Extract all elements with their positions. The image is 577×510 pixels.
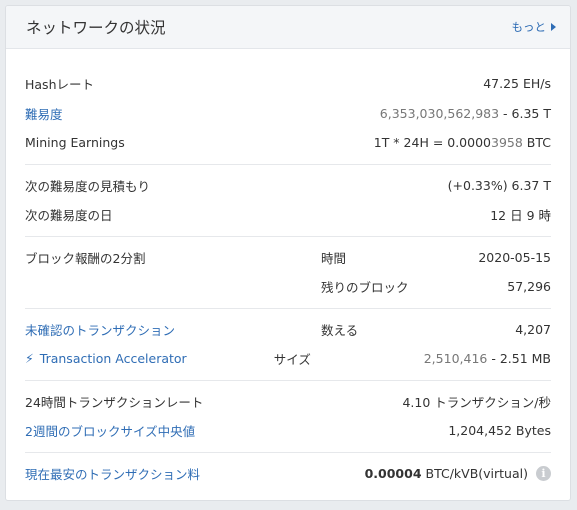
- next-difficulty-date-value: 12 日 9 時: [490, 208, 551, 224]
- halving-remaining-label: 残りのブロック: [321, 280, 409, 296]
- mempool-size-value: 2,510,416 - 2.51 MB: [424, 351, 551, 366]
- tx-rate-label: 24時間トランザクションレート: [25, 394, 204, 410]
- difficulty-value: 6,353,030,562,983 - 6.35 T: [380, 106, 551, 121]
- difficulty-short: 6.35 T: [511, 105, 551, 121]
- hashrate-value: 47.25 EH/s: [483, 76, 551, 92]
- halving-time-label: 時間: [321, 250, 347, 266]
- lightning-bolt-icon: ⚡: [25, 351, 34, 367]
- caret-right-icon: [551, 23, 556, 31]
- unconfirmed-tx-link[interactable]: 未確認のトランザクション: [25, 320, 321, 339]
- next-difficulty-estimate-label: 次の難易度の見積もり: [25, 178, 151, 194]
- mining-earnings-suffix: BTC: [522, 135, 551, 151]
- unconfirmed-count-value: 4,207: [515, 321, 551, 337]
- median-block-size-row: 2週間のブロックサイズ中央値 1,204,452 Bytes: [25, 416, 551, 446]
- more-link-label: もっと: [511, 20, 547, 34]
- mining-earnings-digits: 3958: [491, 135, 523, 151]
- info-icon[interactable]: i: [536, 465, 551, 481]
- mempool-section: 未確認のトランザクション 数える 4,207 ⚡ Transaction Acce…: [25, 309, 551, 381]
- tx-accelerator-link[interactable]: ⚡ Transaction Accelerator: [25, 351, 274, 366]
- unconfirmed-count-label: 数える: [321, 322, 359, 338]
- next-difficulty-estimate-value: (+0.33%) 6.37 T: [447, 177, 551, 193]
- halving-remaining-value: 57,296: [507, 279, 551, 295]
- mining-earnings-prefix: 1T * 24H = 0.0000: [373, 135, 491, 151]
- median-block-size-value: 1,204,452 Bytes: [448, 423, 551, 439]
- fee-section: 現在最安のトランザクション料 0.00004 BTC/kVB(virtual) …: [25, 453, 551, 495]
- next-difficulty-date-label: 次の難易度の日: [25, 208, 113, 224]
- difficulty-full: 6,353,030,562,983: [379, 105, 500, 121]
- card-header: ネットワークの状況 もっと: [6, 6, 570, 49]
- hash-difficulty-section: Hashレート 47.25 EH/s 難易度 6,353,030,562,983…: [25, 63, 551, 165]
- hashrate-label: Hashレート: [25, 77, 94, 93]
- mining-earnings-row: Mining Earnings 1T * 24H = 0.00003958 BT…: [25, 128, 551, 158]
- next-difficulty-estimate-row: 次の難易度の見積もり (+0.33%) 6.37 T: [25, 171, 551, 201]
- lowest-fee-value: 0.00004 BTC/kVB(virtual): [365, 466, 528, 481]
- halving-remaining-row: 残りのブロック 57,296: [25, 272, 551, 302]
- mempool-size-short: 2.51 MB: [499, 351, 551, 367]
- difficulty-link[interactable]: 難易度: [25, 104, 380, 123]
- unconfirmed-tx-row: 未確認のトランザクション 数える 4,207: [25, 315, 551, 345]
- halving-label: ブロック報酬の2分割: [25, 250, 146, 266]
- more-link[interactable]: もっと: [511, 19, 556, 35]
- mempool-size-sep: -: [487, 351, 500, 367]
- throughput-section: 24時間トランザクションレート 4.10 トランザクション/秒 2週間のブロック…: [25, 381, 551, 453]
- lowest-fee-row: 現在最安のトランザクション料 0.00004 BTC/kVB(virtual) …: [25, 459, 551, 489]
- mining-earnings-value: 1T * 24H = 0.00003958 BTC: [374, 135, 551, 150]
- mempool-size-label: サイズ: [273, 352, 311, 368]
- lowest-fee-link[interactable]: 現在最安のトランザクション料: [25, 464, 365, 483]
- tx-accelerator-row: ⚡ Transaction Accelerator サイズ 2,510,416 -…: [25, 344, 551, 374]
- median-block-size-link[interactable]: 2週間のブロックサイズ中央値: [25, 421, 448, 440]
- difficulty-sep: -: [499, 105, 512, 121]
- next-difficulty-section: 次の難易度の見積もり (+0.33%) 6.37 T 次の難易度の日 12 日 …: [25, 165, 551, 237]
- halving-time-row: ブロック報酬の2分割 時間 2020-05-15: [25, 243, 551, 273]
- mining-earnings-label: Mining Earnings: [25, 135, 125, 151]
- lowest-fee-amount: 0.00004: [364, 465, 422, 481]
- mempool-size-full: 2,510,416: [423, 351, 488, 367]
- lowest-fee-unit: BTC/kVB(virtual): [421, 465, 528, 481]
- halving-section: ブロック報酬の2分割 時間 2020-05-15 残りのブロック 57,296: [25, 237, 551, 309]
- card-title: ネットワークの状況: [26, 19, 166, 37]
- hashrate-row: Hashレート 47.25 EH/s: [25, 69, 551, 99]
- next-difficulty-date-row: 次の難易度の日 12 日 9 時: [25, 200, 551, 230]
- difficulty-row: 難易度 6,353,030,562,983 - 6.35 T: [25, 99, 551, 129]
- tx-accelerator-label: Transaction Accelerator: [39, 351, 187, 367]
- tx-rate-row: 24時間トランザクションレート 4.10 トランザクション/秒: [25, 387, 551, 417]
- halving-time-value: 2020-05-15: [478, 249, 551, 265]
- network-status-card: ネットワークの状況 もっと Hashレート 47.25 EH/s 難易度 6,3…: [5, 5, 571, 501]
- tx-rate-value: 4.10 トランザクション/秒: [402, 394, 551, 410]
